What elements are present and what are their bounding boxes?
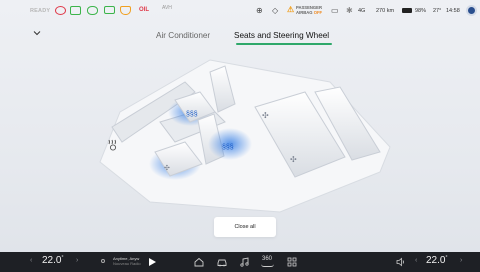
bottom-dock: ‹ 22.0° › Anytime, Anyw Nouveau Radio 36… [0,252,480,272]
tab-seats-steering[interactable]: Seats and Steering Wheel [234,31,329,40]
parking-light-icon [70,6,81,15]
signal-indicator: 4G [358,8,366,14]
low-beam-icon [87,6,98,15]
collapse-chevron-icon[interactable] [33,29,41,37]
music-icon[interactable] [239,256,251,268]
steering-wheel-heat-icon[interactable] [106,137,120,151]
oil-warning-icon: OIL [139,7,149,13]
seat-heat-icon: §§§ [186,111,198,118]
seat-heat-icon: §§§ [222,144,234,151]
screen-off-icon[interactable]: ▭ [331,6,339,15]
range-readout: 270 km [376,8,395,14]
status-bar: READY OIL AVH ⊕ ◇ ⚠ PASSENGER AIRBAG OFF… [0,0,480,22]
seat-vent-icon: ✣ [164,164,170,172]
seats-screen: READY OIL AVH ⊕ ◇ ⚠ PASSENGER AIRBAG OFF… [0,0,480,272]
left-temp-down-icon[interactable]: ‹ [30,257,32,264]
rear-left-vent-icon[interactable]: ✣ [262,111,269,120]
location-icon: ◇ [272,6,279,15]
left-temperature[interactable]: 22.0° [42,255,63,266]
right-temp-up-icon[interactable]: › [460,257,462,264]
now-playing[interactable]: Anytime, Anyw Nouveau Radio [113,256,141,266]
outside-temp: 27° [433,8,442,14]
battery-icon [402,8,412,13]
left-temp-up-icon[interactable]: › [76,257,78,264]
passenger-airbag-status: ⚠ PASSENGER AIRBAG OFF [287,5,323,15]
music-source-icon [101,259,105,263]
brake-warning-icon [55,6,66,15]
tab-air-conditioner[interactable]: Air Conditioner [156,31,210,40]
battery-percent: 98% [415,8,427,14]
right-temperature[interactable]: 22.0° [426,255,447,266]
clock: 14:58 [446,8,460,14]
active-tab-indicator [236,43,332,45]
auto-hold-icon: AVH [162,5,172,11]
right-temp-down-icon[interactable]: ‹ [415,257,417,264]
camera-360-button[interactable]: 360 [261,256,274,267]
fog-light-icon [104,6,115,14]
volume-icon[interactable] [395,256,407,268]
close-all-button[interactable]: Close all [214,217,276,237]
home-icon[interactable] [193,256,205,268]
car-interior-illustration: §§§ §§§ ✣ ✣ ✣ [99,59,391,213]
tire-pressure-icon [120,6,131,15]
vehicle-control-icon[interactable] [216,256,228,268]
rear-right-vent-icon[interactable]: ✣ [290,155,297,164]
bluetooth-icon: ✱ [346,6,353,15]
user-avatar[interactable] [466,5,477,16]
ready-indicator: READY [30,8,51,14]
apps-icon[interactable] [286,256,298,268]
steering-icon: ⊕ [256,6,263,15]
airbag-icon: ⚠ [287,5,295,14]
play-icon[interactable] [149,258,156,266]
